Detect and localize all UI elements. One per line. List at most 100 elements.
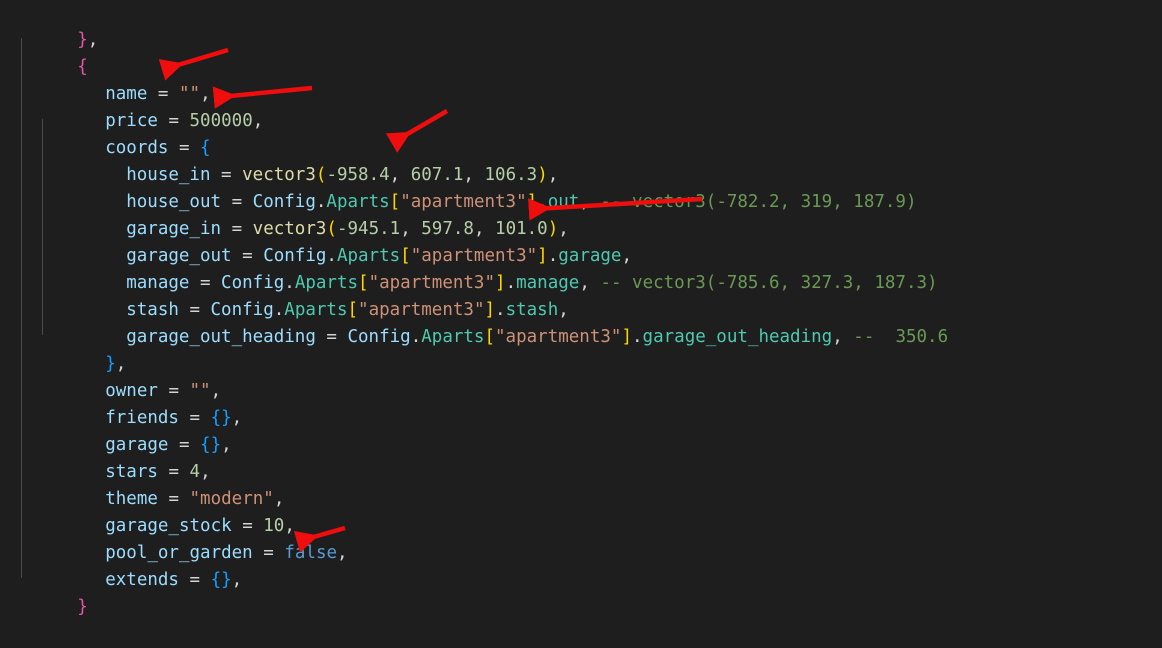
code-line-3[interactable]: name = "", <box>0 54 1162 104</box>
key-name: name <box>105 84 148 104</box>
comma: , <box>579 192 590 212</box>
key-friends: friends <box>105 408 179 428</box>
code-content[interactable]: }, { name = "", price = 500000, coords =… <box>0 0 1162 646</box>
assign-operator: = <box>157 381 190 401</box>
comma: , <box>273 489 285 509</box>
assign-operator: = <box>147 84 179 104</box>
code-line-2[interactable]: { <box>0 27 1162 77</box>
opening-brace: { <box>200 138 211 158</box>
dot: . <box>315 192 327 212</box>
assign-operator: = <box>252 543 285 563</box>
comma: , <box>473 219 496 239</box>
key-owner: owner <box>105 381 158 401</box>
dot: . <box>547 246 559 266</box>
opening-brace: { <box>77 57 88 77</box>
assign-operator: = <box>221 219 253 239</box>
comment-house-out: -- vector3(-782.2, 319, 187.9) <box>600 192 917 212</box>
assign-operator: = <box>178 408 211 428</box>
assign-operator: = <box>189 273 222 293</box>
code-line-1[interactable]: }, <box>0 0 1162 50</box>
vector-y: 597.8 <box>421 219 474 239</box>
vector-y: 607.1 <box>410 165 464 185</box>
prop-stash: stash <box>505 300 559 320</box>
config-object: Config <box>252 192 316 212</box>
assign-operator: = <box>178 570 211 590</box>
comment-manage: -- vector3(-785.6, 327.3, 187.3) <box>600 273 938 293</box>
value-extends: {} <box>210 570 232 590</box>
vector-z: 101.0 <box>495 219 548 239</box>
closing-brace: } <box>77 30 88 50</box>
config-object: Config <box>263 246 327 266</box>
aparts-table: Aparts <box>421 327 485 347</box>
code-line-14[interactable]: owner = "", <box>0 351 1162 401</box>
open-bracket: [ <box>400 246 411 266</box>
close-paren: ) <box>537 165 548 185</box>
dot: . <box>273 300 285 320</box>
key-coords: coords <box>105 138 169 158</box>
comma: , <box>337 543 348 563</box>
open-paren: ( <box>326 219 337 239</box>
comma: , <box>579 273 590 293</box>
key-price: price <box>105 111 158 131</box>
open-bracket: [ <box>347 300 359 320</box>
key-stars: stars <box>105 462 158 482</box>
value-garage-stock: 10 <box>263 516 285 536</box>
assign-operator: = <box>168 435 201 455</box>
prop-manage: manage <box>516 273 580 293</box>
comma: , <box>621 246 633 266</box>
dot: . <box>505 273 517 293</box>
code-editor: }, { name = "", price = 500000, coords =… <box>0 0 1162 646</box>
value-theme: "modern" <box>189 489 274 509</box>
open-paren: ( <box>315 165 327 185</box>
vector-x: -945.1 <box>336 219 401 239</box>
value-friends: {} <box>210 408 232 428</box>
open-bracket: [ <box>389 192 401 212</box>
key-manage: manage <box>126 273 190 293</box>
prop-garage-out-heading: garage_out_heading <box>642 327 833 347</box>
key-pool-or-garden: pool_or_garden <box>105 543 253 563</box>
close-bracket: ] <box>621 327 632 347</box>
aparts-table: Aparts <box>284 300 348 320</box>
value-pool-or-garden: false <box>284 543 338 563</box>
value-garage: {} <box>200 435 222 455</box>
comma: , <box>284 516 295 536</box>
key-theme: theme <box>105 489 158 509</box>
comma: , <box>231 408 243 428</box>
close-bracket: ] <box>537 246 548 266</box>
dot: . <box>284 273 295 293</box>
comma: , <box>210 381 222 401</box>
dot: . <box>495 300 506 320</box>
assign-operator: = <box>157 111 190 131</box>
comma: , <box>252 111 264 131</box>
dot: . <box>632 327 643 347</box>
comma: , <box>400 219 422 239</box>
comma: , <box>200 462 211 482</box>
close-bracket: ] <box>526 192 538 212</box>
vector-z: 106.3 <box>484 165 538 185</box>
value-stars: 4 <box>189 462 201 482</box>
prop-garage: garage <box>558 246 622 266</box>
comma: , <box>231 570 243 590</box>
comma: , <box>115 354 127 374</box>
key-house-in: house_in <box>126 165 211 185</box>
comma: , <box>463 165 485 185</box>
apartment-key: "apartment3" <box>368 273 496 293</box>
apartment-key: "apartment3" <box>410 246 538 266</box>
apartment-key: "apartment3" <box>495 327 622 347</box>
value-owner: "" <box>189 381 211 401</box>
config-object: Config <box>210 300 274 320</box>
prop-out: out <box>547 192 580 212</box>
open-bracket: [ <box>358 273 369 293</box>
apartment-key: "apartment3" <box>358 300 485 320</box>
close-bracket: ] <box>495 273 506 293</box>
comma: , <box>558 219 569 239</box>
comma: , <box>200 84 211 104</box>
comma: , <box>389 165 411 185</box>
assign-operator: = <box>221 192 253 212</box>
value-price: 500000 <box>189 111 253 131</box>
open-bracket: [ <box>484 327 496 347</box>
dot: . <box>326 246 337 266</box>
comma: , <box>87 30 99 50</box>
aparts-table: Aparts <box>336 246 401 266</box>
